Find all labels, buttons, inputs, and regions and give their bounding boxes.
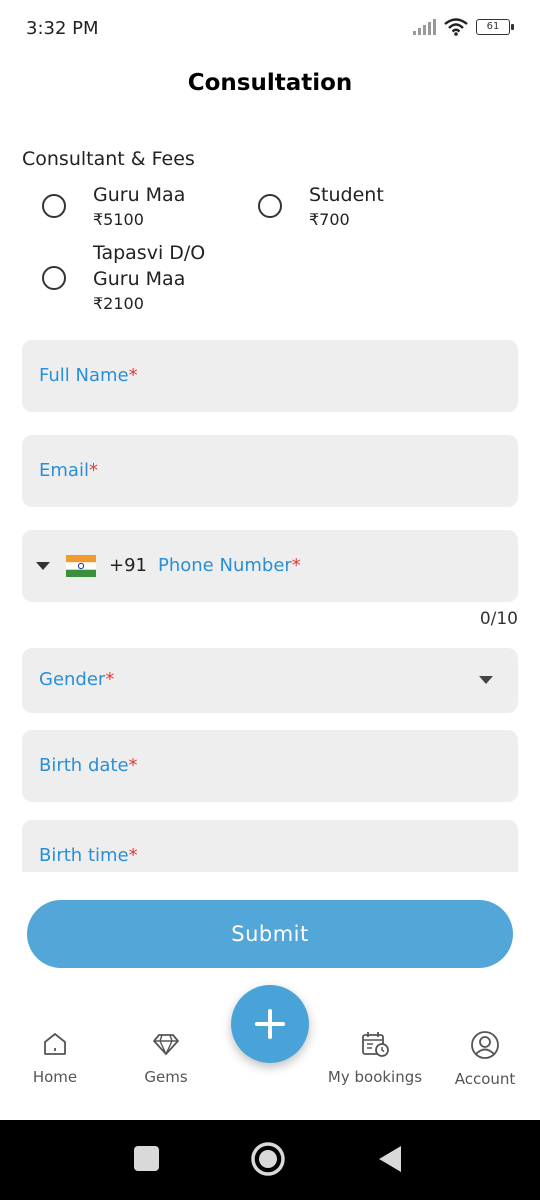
phone-char-counter: 0/10 xyxy=(479,609,518,629)
account-icon xyxy=(471,1031,499,1059)
status-time: 3:32 PM xyxy=(26,18,99,39)
country-dropdown-icon[interactable] xyxy=(36,562,50,570)
nav-label-my-bookings: My bookings xyxy=(327,1068,423,1086)
birth-date-label: Birth date* xyxy=(39,755,138,776)
phone-field[interactable]: +91 Phone Number* xyxy=(22,530,518,602)
nav-item-my-bookings[interactable]: My bookings xyxy=(320,1030,430,1086)
option-name-line2: Guru Maa xyxy=(93,268,186,290)
chevron-down-icon xyxy=(479,676,493,684)
email-field[interactable]: Email* xyxy=(22,435,518,507)
birth-time-label: Birth time* xyxy=(39,845,138,866)
wifi-icon xyxy=(444,18,468,36)
option-name: Student xyxy=(309,184,384,206)
nav-item-home[interactable]: Home xyxy=(22,1030,88,1086)
status-icons: 61 xyxy=(412,18,514,36)
option-fee: ₹5100 xyxy=(93,210,144,229)
birth-time-field[interactable]: Birth time* xyxy=(22,820,518,872)
status-bar: 3:32 PM 61 xyxy=(0,0,540,58)
radio-button[interactable] xyxy=(42,266,66,290)
full-name-label: Full Name* xyxy=(39,365,138,386)
radio-option-guru-maa[interactable]: Guru Maa ₹5100 xyxy=(42,182,185,232)
country-code: +91 xyxy=(109,555,147,576)
full-name-field[interactable]: Full Name* xyxy=(22,340,518,412)
system-nav-bar xyxy=(0,1120,540,1200)
radio-option-student[interactable]: Student ₹700 xyxy=(258,182,384,232)
option-name-line1: Tapasvi D/O xyxy=(93,242,206,264)
submit-button[interactable]: Submit xyxy=(27,900,513,968)
nav-label-home: Home xyxy=(32,1068,78,1086)
plus-icon xyxy=(255,1009,285,1039)
india-flag-icon[interactable] xyxy=(66,555,96,577)
gender-select[interactable]: Gender* xyxy=(22,648,518,713)
radio-button[interactable] xyxy=(258,194,282,218)
diamond-icon xyxy=(153,1034,179,1056)
option-fee: ₹700 xyxy=(309,210,350,229)
email-label: Email* xyxy=(39,460,98,481)
add-fab-button[interactable] xyxy=(231,985,309,1063)
home-button[interactable] xyxy=(250,1141,286,1177)
recents-button[interactable] xyxy=(134,1146,159,1171)
option-name: Guru Maa xyxy=(93,184,186,206)
page-title: Consultation xyxy=(187,70,353,96)
birth-date-field[interactable]: Birth date* xyxy=(22,730,518,802)
signal-icon xyxy=(413,19,436,35)
phone-number-label: Phone Number* xyxy=(158,555,301,576)
bottom-nav: Home Gems My bookings Account xyxy=(0,985,540,1120)
radio-option-tapasvi[interactable]: Tapasvi D/O Guru Maa ₹2100 xyxy=(42,240,205,316)
consultant-fees-label: Consultant & Fees xyxy=(22,148,195,170)
nav-item-gems[interactable]: Gems xyxy=(133,1030,199,1086)
battery-icon: 61 xyxy=(476,19,514,35)
gender-label: Gender* xyxy=(39,669,115,690)
calendar-clock-icon xyxy=(362,1032,389,1057)
nav-label-gems: Gems xyxy=(144,1068,188,1086)
back-button[interactable] xyxy=(377,1144,403,1174)
option-fee: ₹2100 xyxy=(93,294,144,313)
radio-button[interactable] xyxy=(42,194,66,218)
home-icon xyxy=(44,1033,66,1055)
nav-item-account[interactable]: Account xyxy=(447,1030,523,1088)
nav-label-account: Account xyxy=(454,1070,516,1088)
